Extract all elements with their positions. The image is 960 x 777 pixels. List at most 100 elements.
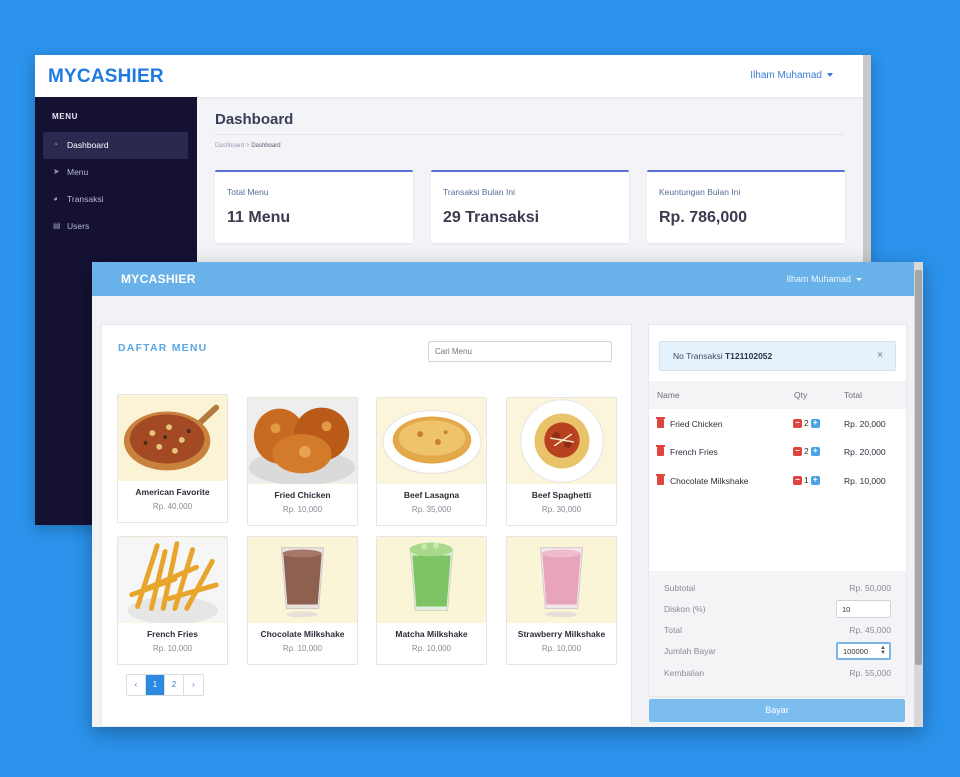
rocket-icon: ➤ xyxy=(53,167,60,176)
scrollbar-thumb[interactable] xyxy=(915,270,922,665)
discount-input[interactable] xyxy=(836,600,891,618)
user-menu[interactable]: Ilham Muhamad xyxy=(786,274,862,284)
menu-item-name: Beef Lasagna xyxy=(403,490,460,500)
order-panel: No Transaksi T121102052 × Name Qty Total… xyxy=(648,324,907,697)
menu-item-card[interactable]: Beef Lasagna Rp. 35,000 xyxy=(376,397,487,526)
order-item-name: Fried Chicken xyxy=(670,419,723,429)
menu-item-name: Beef Spaghetti xyxy=(531,490,592,500)
decrement-button[interactable]: − xyxy=(793,418,802,428)
breadcrumb-link[interactable]: Dashboard xyxy=(215,143,244,149)
sidebar-item-menu[interactable]: ➤ Menu xyxy=(43,159,188,186)
trash-icon[interactable] xyxy=(656,474,665,485)
chocolate-milkshake-image xyxy=(248,537,357,623)
menu-item-price: Rp. 30,000 xyxy=(541,505,582,514)
close-icon[interactable]: × xyxy=(877,350,883,361)
user-menu[interactable]: Ilham Muhamad xyxy=(750,70,833,81)
fries-image xyxy=(118,537,227,623)
discount-label: Diskon (%) xyxy=(664,604,706,614)
page-next-button[interactable]: › xyxy=(184,675,203,695)
lasagna-image xyxy=(377,398,486,484)
quantity-value: 2 xyxy=(804,446,809,456)
total-label: Total xyxy=(664,625,682,635)
stat-label: Keuntungan Bulan Ini xyxy=(659,187,741,197)
menu-item-card[interactable]: Chocolate Milkshake Rp. 10,000 xyxy=(247,536,358,665)
increment-button[interactable]: + xyxy=(810,475,820,485)
dashboard-logo[interactable]: MYCASHIER xyxy=(48,66,164,88)
column-header-total: Total xyxy=(844,390,862,400)
strawberry-milkshake-image xyxy=(507,537,616,623)
sidebar-item-dashboard[interactable]: ◔ Dashboard xyxy=(43,132,188,159)
transaction-number-alert: No Transaksi T121102052 × xyxy=(659,341,896,371)
number-spinner-icon[interactable]: ▲ ▼ xyxy=(880,645,886,656)
increment-button[interactable]: + xyxy=(810,418,820,428)
decrement-button[interactable]: − xyxy=(793,475,802,485)
breadcrumb: Dashboard > Dashboard xyxy=(215,143,281,149)
pay-button[interactable]: Bayar xyxy=(649,699,905,722)
sidebar-item-label: Dashboard xyxy=(67,140,109,150)
order-table-header: Name Qty Total xyxy=(649,381,906,409)
pos-window: MYCASHIER Ilham Muhamad DAFTAR MENU Amer… xyxy=(92,262,923,727)
trash-icon[interactable] xyxy=(656,445,665,456)
menu-item-card[interactable]: French Fries Rp. 10,000 xyxy=(117,536,228,665)
matcha-milkshake-image xyxy=(377,537,486,623)
increment-button[interactable]: + xyxy=(810,446,820,456)
subtotal-value: Rp. 50,000 xyxy=(849,583,891,593)
search-input[interactable] xyxy=(428,341,612,362)
change-label: Kembalian xyxy=(664,668,705,678)
stat-card-transactions: Transaksi Bulan Ini 29 Transaksi xyxy=(431,170,629,243)
sidebar-header: MENU xyxy=(52,112,78,121)
order-item-total: Rp. 20,000 xyxy=(844,419,886,429)
sidebar-item-transaksi[interactable]: ◕ Transaksi xyxy=(43,186,188,213)
quantity-value: 1 xyxy=(804,475,809,485)
decrement-button[interactable]: − xyxy=(793,446,802,456)
menu-list-panel: DAFTAR MENU American Favorite Rp. 40,000… xyxy=(101,324,632,727)
menu-item-card[interactable]: Strawberry Milkshake Rp. 10,000 xyxy=(506,536,617,665)
total-row: Total Rp. 45,000 xyxy=(664,621,891,641)
menu-item-name: American Favorite xyxy=(135,487,210,497)
subtotal-label: Subtotal xyxy=(664,583,696,593)
pos-scrollbar[interactable] xyxy=(914,262,923,727)
pos-logo[interactable]: MYCASHIER xyxy=(121,272,196,286)
menu-item-card[interactable]: Beef Spaghetti Rp. 30,000 xyxy=(506,397,617,526)
order-item-total: Rp. 10,000 xyxy=(844,476,886,486)
column-header-name: Name xyxy=(657,390,680,400)
menu-item-name: Chocolate Milkshake xyxy=(260,629,345,639)
quantity-value: 2 xyxy=(804,418,809,428)
sidebar-item-label: Transaksi xyxy=(67,194,104,204)
page-2-button[interactable]: 2 xyxy=(165,675,184,695)
menu-item-card[interactable]: American Favorite Rp. 40,000 xyxy=(117,394,228,523)
menu-item-card[interactable]: Matcha Milkshake Rp. 10,000 xyxy=(376,536,487,665)
sidebar-item-label: Menu xyxy=(67,167,89,177)
users-icon: ▤ xyxy=(53,221,61,230)
breadcrumb-current: Dashboard xyxy=(251,143,281,149)
pagination: ‹ 1 2 › xyxy=(126,674,204,696)
column-header-qty: Qty xyxy=(794,390,808,400)
menu-item-card[interactable]: Fried Chicken Rp. 10,000 xyxy=(247,397,358,526)
menu-item-price: Rp. 10,000 xyxy=(282,644,323,653)
payment-summary: Subtotal Rp. 50,000 Diskon (%) Total Rp.… xyxy=(649,571,906,696)
page-prev-button[interactable]: ‹ xyxy=(127,675,146,695)
stat-value: 11 Menu xyxy=(227,209,291,226)
menu-item-price: Rp. 40,000 xyxy=(152,502,193,511)
stat-label: Transaksi Bulan Ini xyxy=(443,187,515,197)
order-row: Fried Chicken − 2 + Rp. 20,000 xyxy=(649,410,906,438)
quantity-stepper: − 1 + xyxy=(793,475,820,485)
transaction-label: No Transaksi xyxy=(673,351,723,361)
sidebar-item-label: Users xyxy=(67,221,90,231)
menu-list-title: DAFTAR MENU xyxy=(118,342,208,354)
menu-item-price: Rp. 35,000 xyxy=(411,505,452,514)
sidebar-item-users[interactable]: ▤ Users xyxy=(43,213,188,240)
trash-icon[interactable] xyxy=(656,417,665,428)
subtotal-row: Subtotal Rp. 50,000 xyxy=(664,579,891,599)
menu-item-price: Rp. 10,000 xyxy=(152,644,193,653)
stat-card-profit: Keuntungan Bulan Ini Rp. 786,000 xyxy=(647,170,845,243)
page-1-button[interactable]: 1 xyxy=(146,675,165,695)
dashboard-icon: ◔ xyxy=(53,140,58,149)
divider xyxy=(215,134,843,135)
fried-chicken-image xyxy=(248,398,357,484)
page-title: Dashboard xyxy=(215,111,294,128)
discount-row: Diskon (%) xyxy=(664,600,891,620)
order-item-name: Chocolate Milkshake xyxy=(670,476,749,486)
order-row: French Fries − 2 + Rp. 20,000 xyxy=(649,438,906,466)
pizza-image xyxy=(118,395,227,481)
